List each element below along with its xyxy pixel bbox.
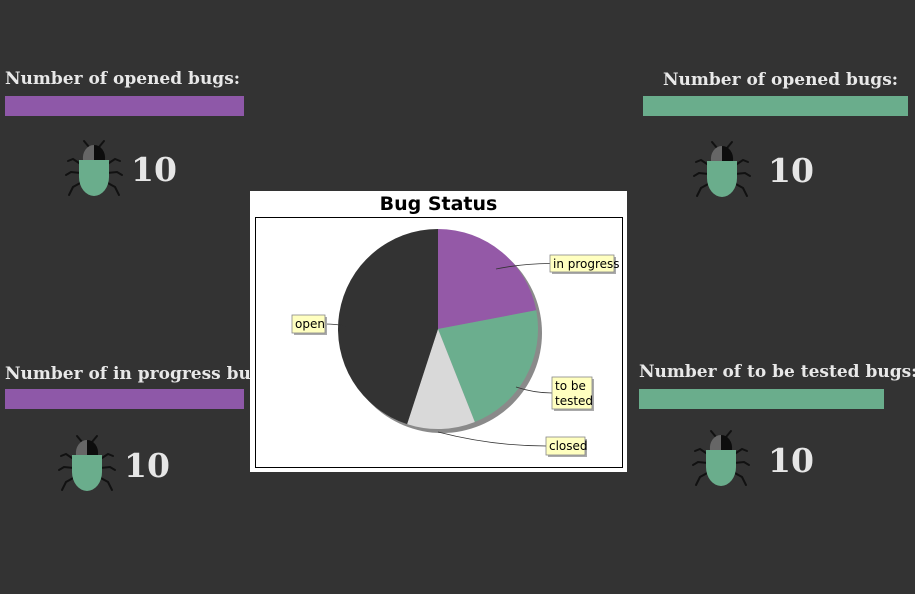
bug-count: 10 [768, 441, 814, 480]
slice-label-text: open [295, 317, 325, 331]
status-bar [643, 96, 908, 116]
panel-title: Number of opened bugs: [5, 69, 241, 89]
bug-count: 10 [768, 151, 814, 190]
status-bar [5, 389, 244, 409]
panel-title: Number of to be tested bugs: [639, 362, 915, 382]
slice-label-text: to be [555, 379, 586, 393]
slice-label-text: closed [549, 439, 588, 453]
bug-count: 10 [131, 150, 177, 189]
slice-label-text: tested [555, 394, 593, 408]
bug-icon [690, 429, 752, 491]
pie-chart: in progress to betested closed open [255, 217, 623, 468]
bug-icon [56, 434, 118, 496]
label-leader-line [437, 431, 547, 447]
bug-icon [691, 140, 753, 202]
bug-status-chart: Bug Status in progress to be tested closed o… [250, 191, 627, 472]
panel-title: Number of opened bugs: [663, 70, 899, 90]
bug-count: 10 [124, 446, 170, 485]
panel-title: Number of in progress bugs: [5, 364, 279, 384]
status-bar [639, 389, 884, 409]
slice-label-text: in progress [553, 257, 620, 271]
status-bar [5, 96, 244, 116]
bug-icon [63, 139, 125, 201]
